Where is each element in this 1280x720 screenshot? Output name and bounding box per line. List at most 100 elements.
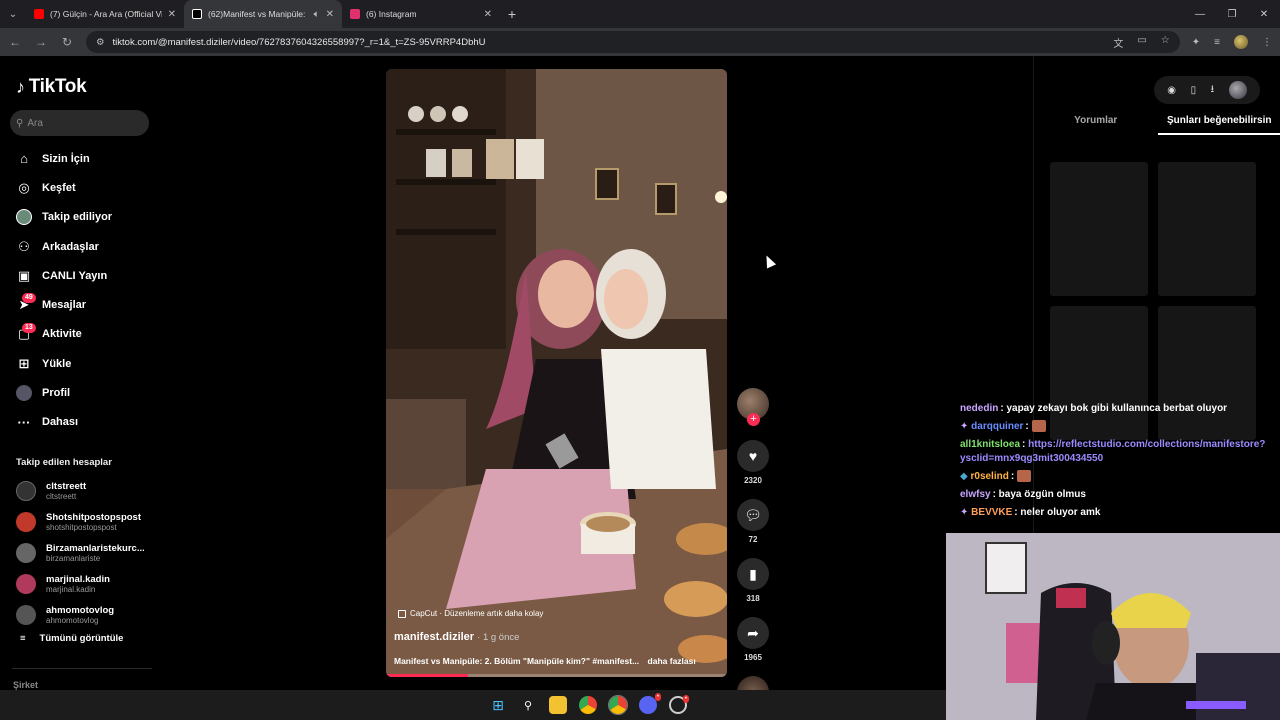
user-avatar-icon[interactable] (1228, 81, 1247, 99)
nav-for-you[interactable]: ⌂ Sizin İçin (0, 144, 160, 173)
chat-message: ✦ BEVVKE: neler oluyor amk (955, 504, 1280, 522)
following-account[interactable]: ahmomotovlog ahmomotovlog (16, 599, 156, 630)
following-avatar-icon (16, 209, 32, 226)
browser-tab-youtube[interactable]: (7) Gülçin - Ara Ara (Official Vid ✕ (26, 0, 184, 28)
url-field[interactable]: ⚙ tiktok.com/@manifest.diziler/video/762… (86, 31, 1180, 53)
search-icon[interactable]: ⚲ (519, 696, 537, 714)
following-account[interactable]: Birzamanlaristekurc... birzamanlariste (16, 538, 156, 569)
extensions-icon[interactable]: ✦ (1192, 37, 1200, 48)
author-name: manifest.diziler (394, 631, 475, 643)
close-icon[interactable]: ✕ (484, 9, 492, 20)
divider (12, 668, 152, 669)
see-all-following-button[interactable]: ≡ Tümünü görüntüle (16, 633, 156, 644)
restore-icon[interactable]: ❐ (1216, 9, 1248, 20)
app-icon[interactable]: • (669, 695, 689, 714)
speaker-icon[interactable]: 🔈︎ (314, 9, 320, 20)
chat-username: darqquiner (971, 421, 1024, 432)
minimize-icon[interactable]: — (1184, 9, 1216, 20)
notification-badge: • (682, 695, 689, 703)
new-tab-button[interactable]: + (500, 6, 524, 22)
forward-icon[interactable]: → (34, 35, 48, 49)
bookmark-star-icon[interactable]: ☆ (1161, 35, 1170, 50)
nav-friends[interactable]: ⚇ Arkadaşlar (0, 232, 160, 261)
caption-text: Manifest vs Manipüle: 2. Bölüm "Manipüle… (394, 656, 640, 666)
save-button[interactable]: ▮ (737, 558, 769, 590)
tab-comments[interactable]: Yorumlar (1034, 115, 1158, 135)
messages-badge: 49 (22, 293, 36, 304)
back-icon[interactable]: ← (8, 35, 22, 49)
chat-username: r0selind (970, 471, 1009, 482)
video-player[interactable]: CapCut · Düzenleme artık daha kolay mani… (386, 69, 727, 677)
nav-label: Mesajlar (42, 299, 87, 312)
see-more-link[interactable]: daha fazlası (648, 656, 696, 666)
nav-following[interactable]: Takip ediliyor (0, 203, 160, 232)
nav-live[interactable]: ▣ CANLI Yayın (0, 261, 160, 290)
video-thumbnail[interactable] (1050, 162, 1148, 296)
close-icon[interactable]: ✕ (326, 9, 334, 20)
share-button[interactable]: ➦ (737, 617, 769, 649)
bookmark-icon: ▮ (749, 565, 757, 582)
capcut-tag[interactable]: CapCut · Düzenleme artık daha kolay (398, 609, 543, 618)
nav-label: Aktivite (42, 328, 82, 341)
creator-avatar[interactable]: + (737, 388, 769, 426)
recommended-grid (1050, 162, 1256, 440)
nav-explore[interactable]: ◎ Keşfet (0, 173, 160, 202)
mobile-app-icon[interactable]: ▯ (1191, 85, 1197, 96)
cast-icon[interactable]: ▭ (1137, 35, 1146, 50)
file-explorer-icon[interactable] (549, 696, 567, 714)
translate-icon[interactable]: 文 (1113, 35, 1123, 50)
browser-tab-tiktok[interactable]: (62)Manifest vs Manipüle: 2 🔈︎ ✕ (184, 0, 342, 28)
nav-profile[interactable]: Profil (0, 378, 160, 407)
share-arrow-icon: ➦ (747, 624, 759, 641)
following-accounts-list: cltstreett cltstreett Shotshitpostopspost… (16, 476, 156, 644)
discord-icon[interactable]: • (639, 693, 661, 714)
chat-message: nededin: yapay zekayı bok gibi kullanınc… (955, 400, 1280, 418)
chat-message: elwfsy: baya özgün olmus (955, 486, 1280, 504)
account-handle: shotshitpostopspost (46, 523, 117, 533)
windows-start-icon[interactable]: ⊞ (489, 696, 507, 714)
profile-avatar-icon[interactable] (1234, 35, 1248, 49)
close-icon[interactable]: ✕ (168, 9, 176, 20)
account-name: Birzamanlaristekurc... (46, 542, 144, 554)
chat-badge-icon: ✦ (960, 421, 969, 432)
chat-badge-icon: ✦ (960, 507, 969, 518)
youtube-icon (34, 9, 44, 19)
following-account[interactable]: marjinal.kadin marjinal.kadin (16, 568, 156, 599)
media-controls-icon[interactable]: ≡ (1214, 37, 1220, 48)
like-button[interactable]: ♥ (737, 440, 769, 472)
account-name: ahmomotovlog (46, 604, 115, 616)
menu-kebab-icon[interactable]: ⋮ (1262, 37, 1272, 48)
tab-search-chevron-icon[interactable]: ⌄ (0, 0, 26, 28)
chrome-icon[interactable] (579, 696, 597, 714)
account-handle: cltstreett (46, 492, 77, 502)
tab-you-may-like[interactable]: Şunları beğenebilirsin (1157, 115, 1280, 135)
tiktok-logo[interactable]: ♪ TikTok (16, 76, 87, 98)
reload-icon[interactable]: ↻ (60, 35, 74, 49)
nav-messages[interactable]: ➤ 49 Mesajlar (0, 290, 160, 319)
following-account[interactable]: Shotshitpostopspost shotshitpostopspost (16, 507, 156, 538)
following-account[interactable]: cltstreett cltstreett (16, 476, 156, 507)
video-author[interactable]: manifest.diziler · 1 g önce (394, 631, 519, 643)
nav-more[interactable]: ··· Dahası (0, 408, 160, 437)
video-caption: Manifest vs Manipüle: 2. Bölüm "Manipüle… (394, 656, 696, 666)
nav-label: Takip ediliyor (42, 211, 113, 224)
search-input[interactable]: ⚲ Ara (10, 110, 149, 136)
video-thumbnail[interactable] (1158, 162, 1256, 296)
account-handle: marjinal.kadin (46, 584, 96, 594)
emote-icon (1016, 470, 1031, 483)
follow-plus-icon[interactable]: + (747, 413, 760, 426)
nav-activity[interactable]: ▢ 13 Aktivite (0, 320, 160, 349)
download-icon[interactable]: ⭳ (1211, 82, 1215, 99)
nav-upload[interactable]: ⊞ Yükle (0, 349, 160, 378)
close-window-icon[interactable]: ✕ (1248, 9, 1280, 20)
site-info-icon[interactable]: ⚙ (96, 37, 105, 48)
capcut-label: CapCut · Düzenleme artık daha kolay (410, 609, 544, 618)
chrome-icon[interactable] (608, 695, 628, 715)
nav-label: CANLI Yayın (42, 269, 108, 282)
comment-button[interactable]: 💬︎ (737, 499, 769, 531)
explore-compass-icon[interactable]: ◉ (1167, 85, 1176, 96)
video-progress-bar[interactable] (386, 674, 727, 677)
list-icon: ≡ (20, 632, 26, 644)
browser-tab-instagram[interactable]: (6) Instagram ✕ (342, 0, 500, 28)
main-nav: ⌂ Sizin İçin ◎ Keşfet Takip ediliyor ⚇ Arka… (0, 144, 160, 437)
